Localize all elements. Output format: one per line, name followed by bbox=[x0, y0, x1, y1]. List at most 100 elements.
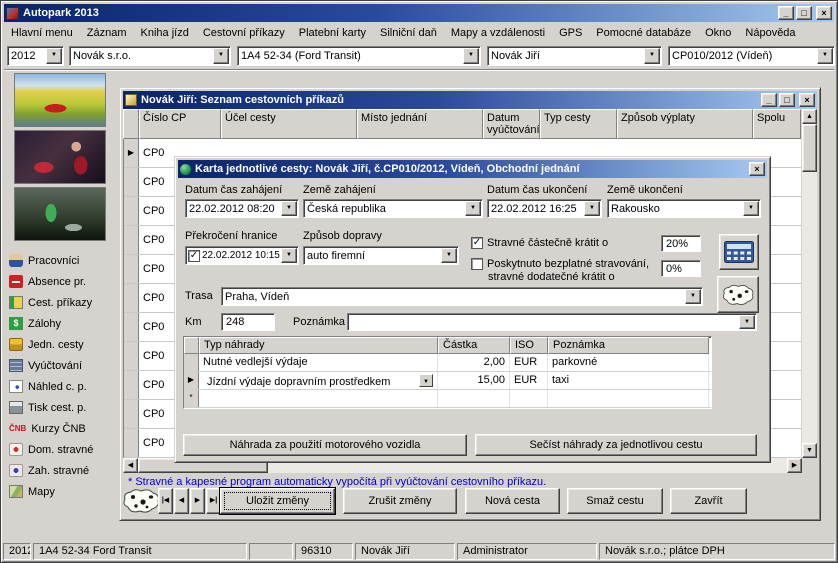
chevron-down-icon[interactable]: ▼ bbox=[281, 201, 297, 216]
sidebar-item-dom-stravne[interactable]: Dom. stravné bbox=[4, 439, 117, 460]
nav-first-button[interactable]: |◀ bbox=[158, 488, 173, 514]
chevron-down-icon[interactable]: ▼ bbox=[739, 315, 755, 329]
menu-mapy-a-vzdalenosti[interactable]: Mapy a vzdálenosti bbox=[444, 25, 552, 41]
close-button[interactable]: × bbox=[816, 6, 832, 20]
app-titlebar[interactable]: Autopark 2013 _ □ × bbox=[4, 4, 834, 22]
chevron-down-icon[interactable]: ▼ bbox=[817, 48, 833, 64]
sidebar-item-zah-stravne[interactable]: Zah. stravné bbox=[4, 460, 117, 481]
transport-combo[interactable]: auto firemní ▼ bbox=[303, 246, 459, 265]
map-button[interactable] bbox=[717, 276, 759, 313]
sidebar-item-kurzy-cnb[interactable]: ČNB Kurzy ČNB bbox=[4, 418, 117, 439]
nav-prev-button[interactable]: ◀ bbox=[174, 488, 189, 514]
cell-typ-combo[interactable]: Jízdní výdaje dopravním prostředkem ▼ bbox=[199, 372, 438, 389]
sidebar-item-absence[interactable]: Absence pr. bbox=[4, 271, 117, 292]
route-combo[interactable]: Praha, Vídeň ▼ bbox=[221, 287, 703, 306]
start-country-combo[interactable]: Česká republika ▼ bbox=[303, 199, 483, 218]
menu-gps[interactable]: GPS bbox=[552, 25, 589, 41]
sidebar-item-mapy[interactable]: Mapy bbox=[4, 481, 117, 502]
year-combo[interactable]: 2012 ▼ bbox=[7, 46, 64, 66]
close-list-button[interactable]: Zavřít bbox=[670, 488, 747, 514]
chevron-down-icon[interactable]: ▼ bbox=[441, 248, 457, 263]
vehicle-combo[interactable]: 1A4 52-34 (Ford Transit) ▼ bbox=[237, 46, 481, 66]
column-zpusob-vyplaty[interactable]: Způsob výplaty bbox=[617, 109, 753, 139]
trip-dialog-titlebar[interactable]: Karta jednotlivé cesty: Novák Jiří, č.CP… bbox=[178, 160, 767, 178]
cancel-changes-button[interactable]: Zrušit změny bbox=[343, 488, 457, 514]
maximize-button[interactable]: □ bbox=[796, 6, 812, 20]
chevron-down-icon[interactable]: ▼ bbox=[281, 248, 297, 263]
meal-reduce-pct-field[interactable]: 20% bbox=[661, 235, 701, 252]
close-button[interactable]: × bbox=[799, 93, 815, 107]
column-cislo-cp[interactable]: Číslo CP bbox=[139, 109, 221, 139]
free-meals-checkbox[interactable] bbox=[471, 258, 483, 270]
chevron-down-icon[interactable]: ▼ bbox=[465, 201, 481, 216]
sidebar-item-tisk[interactable]: Tisk cest. p. bbox=[4, 397, 117, 418]
delete-trip-button[interactable]: Smaž cestu bbox=[567, 488, 663, 514]
column-typ-nahrady[interactable]: Typ náhrady bbox=[199, 337, 438, 354]
list-window-titlebar[interactable]: Novák Jiří: Seznam cestovních příkazů _ … bbox=[123, 91, 817, 109]
menu-hlavni-menu[interactable]: Hlavní menu bbox=[4, 25, 80, 41]
scroll-left-icon[interactable]: ◀ bbox=[123, 458, 138, 473]
menu-silnicni-dan[interactable]: Silniční daň bbox=[373, 25, 444, 41]
save-changes-button[interactable]: Uložit změny bbox=[220, 488, 335, 514]
km-field[interactable]: 248 bbox=[221, 313, 275, 331]
column-poznamka[interactable]: Poznámka bbox=[548, 337, 709, 354]
sidebar-item-nahled[interactable]: Náhled c. p. bbox=[4, 376, 117, 397]
sidebar-item-pracovnici[interactable]: Pracovníci bbox=[4, 250, 117, 271]
vehicle-compensation-button[interactable]: Náhrada za použití motorového vozidla bbox=[183, 434, 467, 456]
menu-napoveda[interactable]: Nápověda bbox=[738, 25, 802, 41]
new-trip-button[interactable]: Nová cesta bbox=[465, 488, 560, 514]
vertical-scrollbar[interactable]: ▲ ▼ bbox=[802, 109, 817, 458]
minimize-button[interactable]: _ bbox=[761, 93, 777, 107]
menu-platebni-karty[interactable]: Platební karty bbox=[292, 25, 373, 41]
border-cross-checkbox[interactable]: ✓ bbox=[188, 250, 200, 262]
menu-zaznam[interactable]: Záznam bbox=[80, 25, 134, 41]
meal-reduce-checkbox[interactable]: ✓ bbox=[471, 237, 483, 249]
chevron-down-icon[interactable]: ▼ bbox=[685, 289, 701, 304]
chevron-down-icon[interactable]: ▼ bbox=[584, 201, 600, 216]
start-datetime-combo[interactable]: 22.02.2012 08:20 ▼ bbox=[185, 199, 299, 218]
sidebar-item-cest-prikazy[interactable]: Cest. příkazy bbox=[4, 292, 117, 313]
nav-next-button[interactable]: ▶ bbox=[190, 488, 205, 514]
calculator-button[interactable] bbox=[719, 234, 759, 270]
close-button[interactable]: × bbox=[749, 162, 765, 176]
note-combo[interactable]: ▼ bbox=[347, 313, 757, 331]
sidebar-item-vyuctovani[interactable]: Vyúčtování bbox=[4, 355, 117, 376]
scroll-down-icon[interactable]: ▼ bbox=[802, 443, 817, 458]
chevron-down-icon[interactable]: ▼ bbox=[46, 48, 62, 64]
nav-last-button[interactable]: ▶| bbox=[206, 488, 221, 514]
chevron-down-icon[interactable]: ▼ bbox=[743, 201, 759, 216]
column-spolu[interactable]: Spolu bbox=[753, 109, 801, 139]
chevron-down-icon[interactable]: ▼ bbox=[644, 48, 660, 64]
scroll-right-icon[interactable]: ▶ bbox=[787, 458, 802, 473]
column-ucel-cesty[interactable]: Účel cesty bbox=[221, 109, 357, 139]
trip-order-combo[interactable]: CP010/2012 (Vídeň) ▼ bbox=[668, 46, 835, 66]
driver-combo[interactable]: Novák Jiří ▼ bbox=[487, 46, 662, 66]
expense-row-selected[interactable]: ▶ Jízdní výdaje dopravním prostředkem ▼ … bbox=[184, 372, 711, 390]
menu-okno[interactable]: Okno bbox=[698, 25, 738, 41]
sum-compensation-button[interactable]: Sečíst náhrady za jednotlivou cestu bbox=[475, 434, 757, 456]
scrollbar-thumb[interactable] bbox=[802, 124, 817, 172]
chevron-down-icon[interactable]: ▼ bbox=[419, 374, 433, 387]
company-combo[interactable]: Novák s.r.o. ▼ bbox=[69, 46, 231, 66]
end-datetime-combo[interactable]: 22.02.2012 16:25 ▼ bbox=[487, 199, 602, 218]
border-cross-combo[interactable]: ✓ 22.02.2012 10:15 ▼ bbox=[185, 246, 299, 265]
end-country-combo[interactable]: Rakousko ▼ bbox=[607, 199, 761, 218]
column-datum-vyuctovani[interactable]: Datum vyúčtování bbox=[483, 109, 540, 139]
free-meals-pct-field[interactable]: 0% bbox=[661, 260, 701, 277]
sidebar-item-jedn-cesty[interactable]: Jedn. cesty bbox=[4, 334, 117, 355]
maximize-button[interactable]: □ bbox=[779, 93, 795, 107]
menu-cestovni-prikazy[interactable]: Cestovní příkazy bbox=[196, 25, 292, 41]
menu-kniha-jizd[interactable]: Kniha jízd bbox=[134, 25, 196, 41]
minimize-button[interactable]: _ bbox=[778, 6, 794, 20]
column-misto-jednani[interactable]: Místo jednání bbox=[357, 109, 483, 139]
expense-row[interactable]: Nutné vedlejší výdaje 2,00 EUR parkovné bbox=[184, 354, 711, 372]
menu-pomocne-databaze[interactable]: Pomocné databáze bbox=[589, 25, 698, 41]
column-typ-cesty[interactable]: Typ cesty bbox=[540, 109, 617, 139]
column-iso[interactable]: ISO bbox=[510, 337, 548, 354]
column-castka[interactable]: Částka bbox=[438, 337, 510, 354]
scroll-up-icon[interactable]: ▲ bbox=[802, 109, 817, 124]
chevron-down-icon[interactable]: ▼ bbox=[463, 48, 479, 64]
sidebar-item-zalohy[interactable]: Zálohy bbox=[4, 313, 117, 334]
expense-row-new[interactable]: * bbox=[184, 390, 711, 408]
chevron-down-icon[interactable]: ▼ bbox=[213, 48, 229, 64]
